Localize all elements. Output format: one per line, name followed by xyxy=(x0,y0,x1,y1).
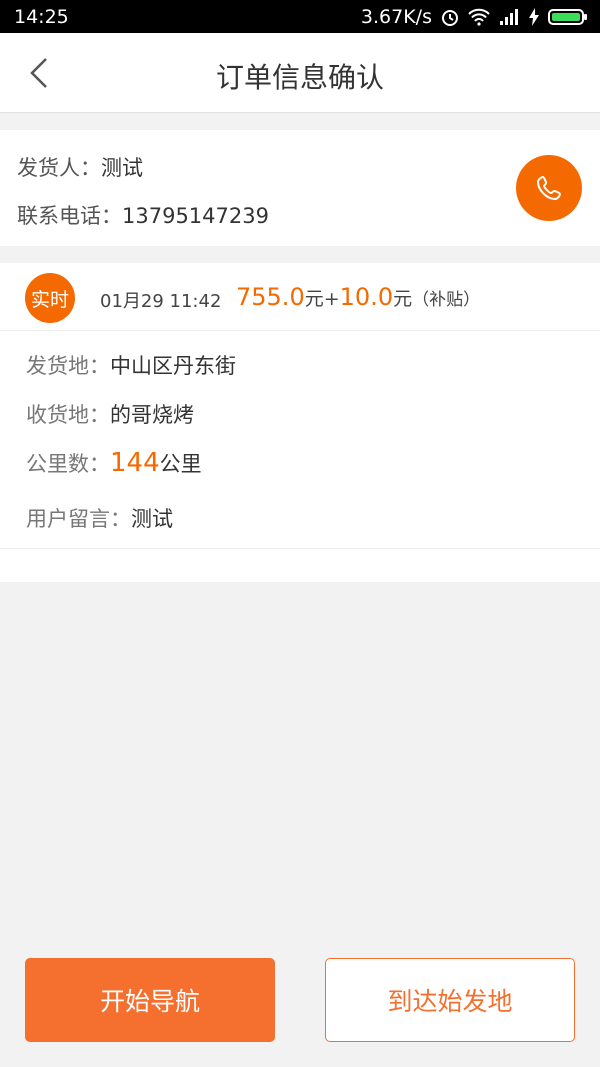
subsidy-unit: 元 xyxy=(393,288,413,310)
signal-icon xyxy=(498,8,520,26)
distance-label: 公里数： xyxy=(26,452,110,476)
order-header: 实时 01月29 11:42 755.0元+10.0元（补贴） xyxy=(0,263,600,331)
top-bar: 订单信息确认 xyxy=(0,33,600,113)
status-icons: 3.67K/s xyxy=(361,6,588,28)
price-unit: 元 xyxy=(304,288,324,310)
destination-value: 的哥烧烤 xyxy=(110,403,194,427)
distance-row: 公里数：144公里 xyxy=(26,448,202,478)
battery-icon xyxy=(548,8,588,26)
sender-card: 发货人：测试 联系电话：13795147239 xyxy=(0,130,600,246)
alarm-icon xyxy=(440,7,460,27)
phone-icon xyxy=(536,175,562,201)
origin-label: 发货地： xyxy=(26,354,110,378)
arrive-origin-button[interactable]: 到达始发地 xyxy=(325,958,575,1042)
sender-name-value: 测试 xyxy=(101,156,143,180)
destination-label: 收货地： xyxy=(26,403,110,427)
subsidy-note: （补贴） xyxy=(412,290,481,310)
start-navigation-button[interactable]: 开始导航 xyxy=(25,958,275,1042)
wifi-icon xyxy=(468,8,490,26)
network-speed: 3.67K/s xyxy=(360,6,432,28)
distance-value: 144 xyxy=(110,448,160,478)
message-label: 用户留言： xyxy=(26,507,131,531)
call-button[interactable] xyxy=(516,155,582,221)
destination-row: 收货地：的哥烧烤 xyxy=(26,399,194,429)
sender-phone-value: 13795147239 xyxy=(122,204,269,228)
origin-row: 发货地：中山区丹东街 xyxy=(26,350,236,380)
sender-phone-label: 联系电话： xyxy=(17,204,122,228)
status-bar: 14:25 3.67K/s xyxy=(0,0,600,33)
message-value: 测试 xyxy=(131,507,173,531)
price-value: 755.0 xyxy=(236,283,305,311)
price-plus: + xyxy=(323,288,340,310)
message-row: 用户留言：测试 xyxy=(26,503,173,533)
charging-icon xyxy=(528,8,540,26)
sender-name-row: 发货人：测试 xyxy=(17,152,143,182)
sender-name-label: 发货人： xyxy=(17,156,101,180)
realtime-badge: 实时 xyxy=(25,273,75,323)
status-time: 14:25 xyxy=(14,6,69,28)
order-card: 实时 01月29 11:42 755.0元+10.0元（补贴） 发货地：中山区丹… xyxy=(0,263,600,549)
spacer-band xyxy=(0,549,600,582)
page-title: 订单信息确认 xyxy=(215,61,384,94)
origin-value: 中山区丹东街 xyxy=(110,354,236,378)
order-datetime: 01月29 11:42 xyxy=(100,291,222,312)
sender-phone-row: 联系电话：13795147239 xyxy=(17,200,269,230)
subsidy-value: 10.0 xyxy=(339,283,394,311)
distance-unit: 公里 xyxy=(159,452,202,476)
order-price: 755.0元+10.0元（补贴） xyxy=(236,283,480,311)
